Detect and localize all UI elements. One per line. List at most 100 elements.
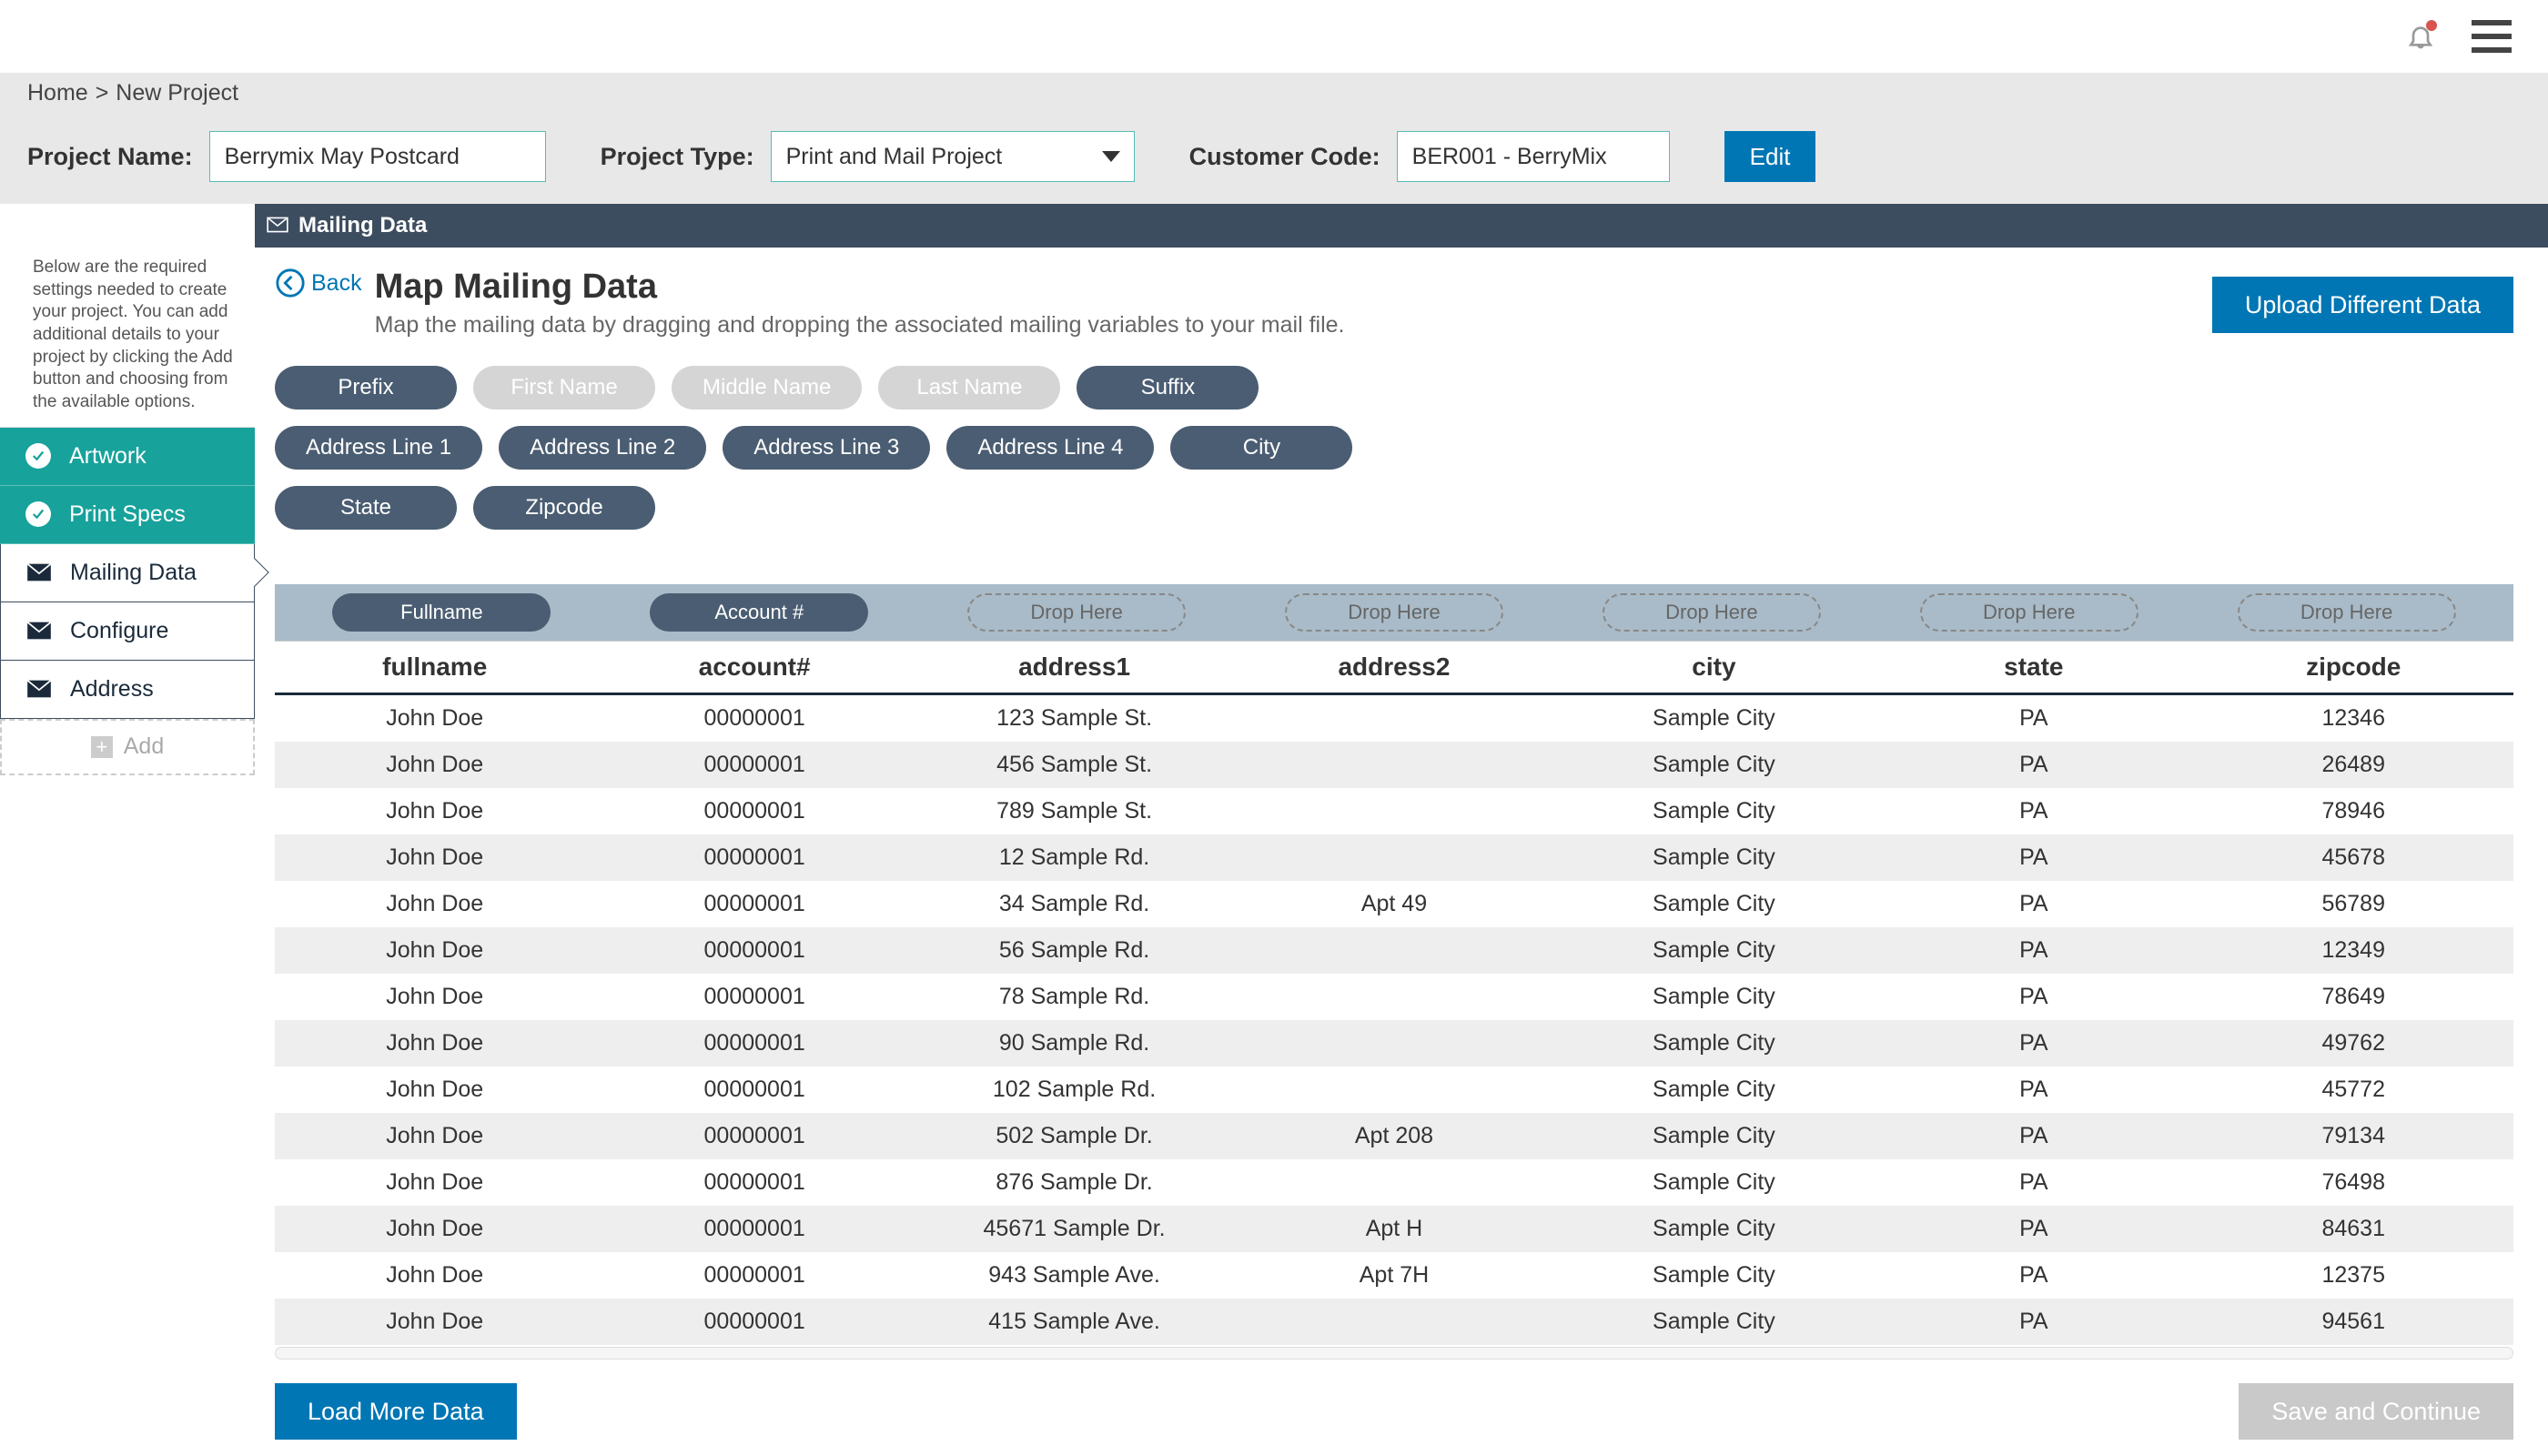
- table-cell: 12346: [2194, 705, 2513, 732]
- table-cell: 12349: [2194, 937, 2513, 964]
- table-cell: 78946: [2194, 798, 2513, 824]
- table-cell: 12375: [2194, 1262, 2513, 1289]
- table-cell: 00000001: [594, 1309, 914, 1335]
- breadcrumb-separator: >: [96, 80, 109, 106]
- variable-pill-address-line-2[interactable]: Address Line 2: [499, 426, 706, 470]
- table-cell: 415 Sample Ave.: [915, 1309, 1234, 1335]
- table-cell: John Doe: [275, 798, 594, 824]
- sidebar-item-configure[interactable]: Configure: [0, 602, 255, 661]
- project-name-input[interactable]: [209, 131, 546, 182]
- table-cell: 00000001: [594, 937, 914, 964]
- variable-pill-first-name: First Name: [473, 366, 655, 410]
- table-cell: John Doe: [275, 752, 594, 778]
- drop-target[interactable]: Drop Here: [1285, 593, 1503, 632]
- mapping-table: Fullname Account # Drop Here Drop Here Drop …: [275, 584, 2513, 1360]
- mapping-slot[interactable]: Drop Here: [923, 593, 1231, 632]
- table-row: John Doe00000001502 Sample Dr.Apt 208Sam…: [275, 1113, 2513, 1159]
- page-title: Map Mailing Data: [375, 268, 1345, 307]
- mapping-slot[interactable]: Account #: [605, 593, 914, 632]
- sidebar-item-label: Artwork: [69, 443, 147, 470]
- table-cell: Apt H: [1234, 1216, 1553, 1242]
- variable-pill-prefix[interactable]: Prefix: [275, 366, 457, 410]
- save-and-continue-button[interactable]: Save and Continue: [2239, 1383, 2513, 1440]
- table-cell: 00000001: [594, 1216, 914, 1242]
- customer-code-input[interactable]: [1397, 131, 1670, 182]
- variable-pill-state[interactable]: State: [275, 486, 457, 530]
- table-cell: Sample City: [1554, 798, 1874, 824]
- table-cell: John Doe: [275, 1216, 594, 1242]
- customer-code-label: Customer Code:: [1189, 143, 1380, 171]
- mapping-slot[interactable]: Drop Here: [1875, 593, 2183, 632]
- table-cell: 45678: [2194, 844, 2513, 871]
- sidebar-item-label: Configure: [70, 618, 168, 644]
- upload-different-data-button[interactable]: Upload Different Data: [2212, 277, 2513, 333]
- plus-icon: +: [91, 736, 113, 758]
- mapping-slot[interactable]: Drop Here: [2192, 593, 2501, 632]
- drop-target[interactable]: Drop Here: [1920, 593, 2138, 632]
- table-cell: 00000001: [594, 1123, 914, 1149]
- table-cell: Sample City: [1554, 1169, 1874, 1196]
- table-cell: PA: [1874, 891, 2193, 917]
- mapping-slot[interactable]: Drop Here: [1557, 593, 1866, 632]
- project-type-select[interactable]: Print and Mail Project: [771, 131, 1135, 182]
- table-cell: John Doe: [275, 1169, 594, 1196]
- drop-target[interactable]: Drop Here: [2238, 593, 2456, 632]
- column-header-city: city: [1554, 642, 1874, 693]
- check-icon: [25, 443, 51, 469]
- back-label: Back: [311, 270, 362, 297]
- table-cell: 00000001: [594, 984, 914, 1010]
- table-cell: 45671 Sample Dr.: [915, 1216, 1234, 1242]
- table-cell: Apt 208: [1234, 1123, 1553, 1149]
- breadcrumb-current: New Project: [116, 80, 238, 106]
- mapping-slot[interactable]: Fullname: [288, 593, 596, 632]
- table-cell: PA: [1874, 1309, 2193, 1335]
- notification-dot: [2426, 20, 2437, 31]
- table-cell: 12 Sample Rd.: [915, 844, 1234, 871]
- table-cell: PA: [1874, 1123, 2193, 1149]
- variable-pill-suffix[interactable]: Suffix: [1077, 366, 1259, 410]
- check-icon: [25, 501, 51, 527]
- drop-target[interactable]: Drop Here: [967, 593, 1186, 632]
- variable-pill-address-line-1[interactable]: Address Line 1: [275, 426, 482, 470]
- table-cell: John Doe: [275, 984, 594, 1010]
- sidebar: Below are the required settings needed t…: [0, 248, 255, 1456]
- notification-bell-icon[interactable]: [2406, 22, 2435, 51]
- table-cell: 79134: [2194, 1123, 2513, 1149]
- mapping-slot[interactable]: Drop Here: [1240, 593, 1549, 632]
- load-more-data-button[interactable]: Load More Data: [275, 1383, 517, 1440]
- sidebar-item-label: Address: [70, 676, 154, 703]
- variable-pill-address-line-4[interactable]: Address Line 4: [946, 426, 1154, 470]
- table-cell: John Doe: [275, 1077, 594, 1103]
- sidebar-add-button[interactable]: + Add: [0, 719, 255, 775]
- sidebar-item-mailing-data[interactable]: Mailing Data: [0, 544, 255, 602]
- table-cell: Apt 49: [1234, 891, 1553, 917]
- table-cell: John Doe: [275, 1262, 594, 1289]
- variable-pill-zipcode[interactable]: Zipcode: [473, 486, 655, 530]
- back-link[interactable]: Back: [275, 268, 362, 298]
- table-cell: Sample City: [1554, 752, 1874, 778]
- page-subtitle: Map the mailing data by dragging and dro…: [375, 312, 1345, 339]
- breadcrumb-home-link[interactable]: Home: [27, 80, 88, 106]
- table-cell: 84631: [2194, 1216, 2513, 1242]
- sidebar-item-artwork[interactable]: Artwork: [0, 428, 255, 486]
- edit-button[interactable]: Edit: [1724, 131, 1816, 182]
- table-cell: 00000001: [594, 1077, 914, 1103]
- table-cell: Sample City: [1554, 984, 1874, 1010]
- variable-pill-city[interactable]: City: [1170, 426, 1352, 470]
- hamburger-menu-icon[interactable]: [2472, 20, 2512, 53]
- horizontal-scrollbar[interactable]: [275, 1347, 2513, 1360]
- sidebar-item-address[interactable]: Address: [0, 661, 255, 719]
- envelope-icon: [26, 676, 52, 702]
- topbar: [0, 0, 2548, 73]
- table-cell: PA: [1874, 1216, 2193, 1242]
- drop-target[interactable]: Drop Here: [1603, 593, 1821, 632]
- table-cell: 76498: [2194, 1169, 2513, 1196]
- sidebar-item-print-specs[interactable]: Print Specs: [0, 486, 255, 544]
- table-cell: 94561: [2194, 1309, 2513, 1335]
- mapped-pill-account-[interactable]: Account #: [650, 593, 868, 632]
- table-cell: 00000001: [594, 891, 914, 917]
- mapped-pill-fullname[interactable]: Fullname: [332, 593, 551, 632]
- variable-pill-address-line-3[interactable]: Address Line 3: [723, 426, 930, 470]
- table-cell: 00000001: [594, 798, 914, 824]
- project-name-group: Project Name:: [27, 131, 546, 182]
